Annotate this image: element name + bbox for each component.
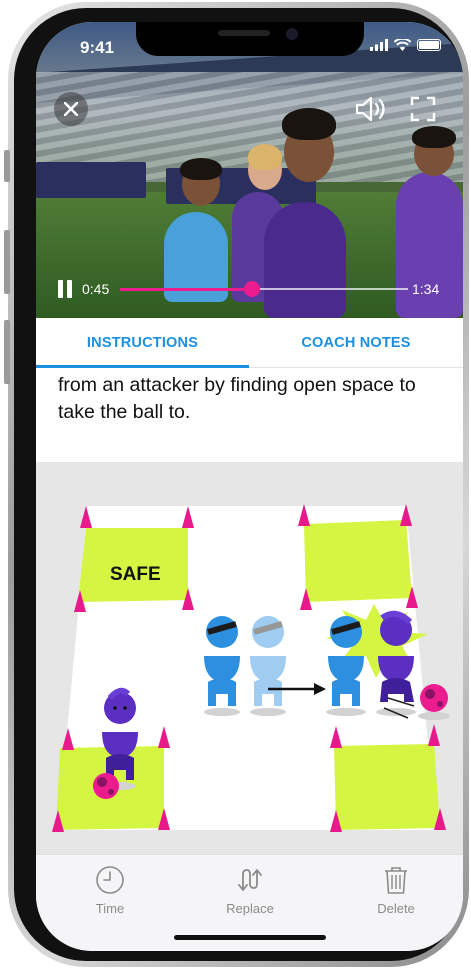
tackle-defender [328,616,364,706]
progress-thumb[interactable] [244,281,261,297]
delete-button[interactable]: Delete [346,865,446,916]
tab-coach-notes[interactable]: COACH NOTES [249,318,463,368]
defender-ghost-player [250,616,286,706]
playback-controls: 0:45 1:34 [36,274,463,304]
clock-icon [96,866,124,894]
status-icons [370,39,441,51]
notch-speaker [218,30,270,36]
bottom-toolbar: Time Replace Delete [36,854,463,951]
current-time: 0:45 [82,281,110,297]
soccer-ball [93,773,119,799]
player-child-hair [248,144,282,170]
tab-instructions[interactable]: INSTRUCTIONS [36,318,249,368]
replace-button-label: Replace [226,901,274,916]
delete-button-label: Delete [377,901,415,916]
signal-icon [370,39,388,51]
player-child-hair [180,158,222,180]
tab-active-indicator [36,365,249,368]
wifi-icon [394,39,411,51]
battery-icon [417,39,441,51]
pause-icon[interactable] [58,280,72,298]
screen: 9:41 0:45 1:34 INSTRUCTIONS COACH NOTES … [36,22,463,951]
home-indicator [174,935,326,940]
time-button-label: Time [95,901,125,916]
phone-device: 9:41 0:45 1:34 INSTRUCTIONS COACH NOTES … [0,0,471,971]
volume-up-button [4,230,10,294]
volume-down-button [4,320,10,384]
volume-icon[interactable] [354,94,388,124]
camera-notch [136,22,364,56]
mute-switch [4,150,10,182]
video-player[interactable]: 9:41 0:45 1:34 [36,22,463,318]
drill-diagram: SAFE [52,504,450,832]
safe-zone-top-right [304,520,412,602]
instruction-text: from an attacker by finding open space t… [58,374,416,423]
stadium-banner [36,162,146,198]
total-time: 1:34 [412,281,440,297]
fullscreen-icon[interactable] [410,96,436,122]
player-child-hair [412,126,456,148]
safe-zone-bottom-right [334,744,440,830]
attacker-player [102,687,138,780]
time-button[interactable]: Time [60,865,160,916]
defender-player [204,616,240,706]
progress-fill [120,287,253,291]
safe-zone-label: SAFE [110,564,161,585]
status-time: 9:41 [80,38,115,57]
close-icon [64,102,78,116]
replace-button[interactable]: Replace [200,865,300,916]
trash-icon [385,867,407,894]
drill-illustration: SAFE [36,462,463,854]
close-button[interactable] [54,92,88,126]
swap-arrows-icon [238,869,262,891]
front-camera [286,28,298,40]
tab-bar: INSTRUCTIONS COACH NOTES [36,318,463,368]
progress-track[interactable] [120,281,408,297]
soccer-ball [420,684,448,712]
cone [428,724,440,746]
player-child-hair [282,108,336,140]
